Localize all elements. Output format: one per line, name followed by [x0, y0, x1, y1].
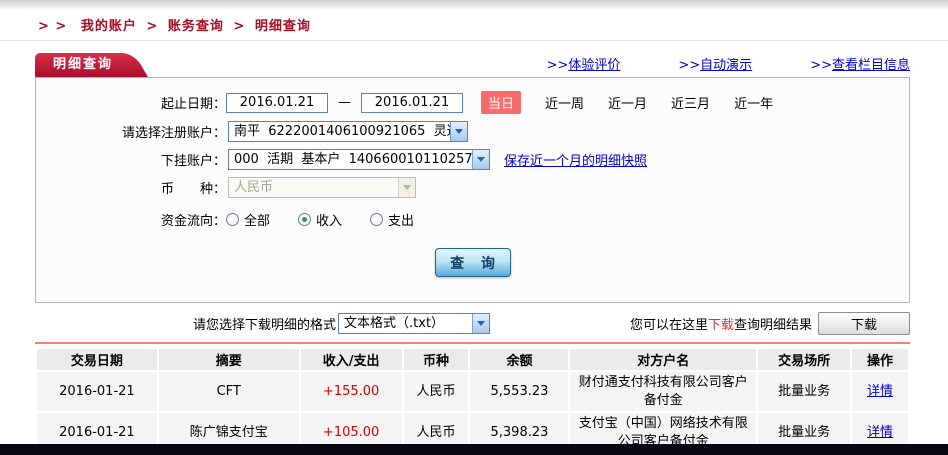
header-summary: 摘要 [159, 349, 299, 370]
register-account-value: 南平 6222001406100921065 灵通卡 [229, 122, 450, 141]
header-counterparty: 对方户名 [570, 349, 756, 370]
currency-select-disabled: 人民币 [228, 177, 416, 198]
main-content: 明细查询 >>体验评价 >>自动演示 >>查看栏目信息 起止日期： — 当日 近… [35, 53, 910, 454]
link-auto-demo[interactable]: >>自动演示 [678, 54, 752, 73]
header-trade-place: 交易场所 [758, 349, 850, 370]
chevron-down-icon [472, 314, 489, 333]
chevron-down-icon [472, 150, 489, 169]
query-form: 起止日期： — 当日 近一周 近一月 近三月 近一年 请选择注册账户： 南平 6… [35, 77, 910, 303]
breadcrumb-prefix: > > [38, 19, 67, 34]
download-hint: 您可以在这里下载查询明细结果 [630, 314, 812, 333]
quick-range-month[interactable]: 近一月 [608, 93, 647, 112]
date-range-label: 起止日期： [36, 93, 226, 112]
fund-flow-option-expense-label: 支出 [388, 210, 414, 229]
quick-range-year[interactable]: 近一年 [734, 93, 773, 112]
download-format-select[interactable]: 文本格式（.txt） [338, 313, 490, 334]
cell-trade-place: 批量业务 [758, 372, 850, 411]
bottom-dark-bar [0, 444, 948, 455]
download-hint-group: 您可以在这里下载查询明细结果 下载 [630, 312, 910, 335]
currency-value: 人民币 [229, 178, 398, 197]
register-account-label: 请选择注册账户： [36, 122, 226, 141]
top-links: >>体验评价 >>自动演示 >>查看栏目信息 [547, 54, 910, 77]
table-row: 2016-01-21 CFT +155.00 人民币 5,553.23 财付通支… [37, 372, 908, 411]
fund-flow-option-income-label: 收入 [316, 210, 342, 229]
header-action: 操作 [852, 349, 908, 370]
detail-link[interactable]: 详情 [867, 425, 893, 440]
sub-account-select[interactable]: 000 活期 基本户 1406600101102571848 [228, 149, 490, 170]
query-button[interactable]: 查 询 [435, 248, 511, 277]
link-experience-rating[interactable]: >>体验评价 [547, 54, 621, 73]
cell-amount: +155.00 [301, 372, 402, 411]
fund-flow-option-all[interactable]: 全部 [226, 210, 270, 229]
chevron-down-icon [398, 178, 415, 197]
register-account-select[interactable]: 南平 6222001406100921065 灵通卡 [228, 121, 468, 142]
register-account-row: 请选择注册账户： 南平 6222001406100921065 灵通卡 [36, 121, 909, 142]
cell-summary: CFT [159, 372, 299, 411]
fund-flow-label: 资金流向： [36, 210, 226, 229]
top-gradient-bar [0, 0, 948, 10]
currency-row: 币 种： 人民币 [36, 177, 909, 198]
breadcrumb-item-my-account[interactable]: 我的账户 [81, 19, 137, 34]
radio-icon [370, 213, 383, 226]
download-format-label: 请您选择下载明细的格式 [193, 314, 336, 333]
download-row: 请您选择下载明细的格式 文本格式（.txt） 您可以在这里下载查询明细结果 下载 [35, 311, 910, 335]
tab-detail-query[interactable]: 明细查询 [35, 53, 123, 77]
breadcrumb: > > 我的账户 > 账务查询 > 明细查询 [0, 10, 948, 41]
date-dash: — [338, 95, 351, 110]
cell-trade-date: 2016-01-21 [37, 372, 157, 411]
fund-flow-row: 资金流向： 全部 收入 支出 [36, 210, 909, 229]
header-income-expense: 收入/支出 [301, 349, 402, 370]
header-trade-date: 交易日期 [37, 349, 157, 370]
save-snapshot-link[interactable]: 保存近一个月的明细快照 [504, 150, 647, 169]
fund-flow-option-expense[interactable]: 支出 [370, 210, 414, 229]
detail-link[interactable]: 详情 [867, 384, 893, 399]
cell-currency: 人民币 [404, 372, 469, 411]
results-table: 交易日期 摘要 收入/支出 币种 余额 对方户名 交易场所 操作 2016-01… [35, 347, 910, 454]
table-header-row: 交易日期 摘要 收入/支出 币种 余额 对方户名 交易场所 操作 [37, 349, 908, 370]
header-currency: 币种 [404, 349, 469, 370]
date-range-row: 起止日期： — 当日 近一周 近一月 近三月 近一年 [36, 91, 909, 114]
breadcrumb-item-account-query[interactable]: 账务查询 [168, 19, 224, 34]
quick-range-week[interactable]: 近一周 [545, 93, 584, 112]
cell-counterparty: 财付通支付科技有限公司客户备付金 [570, 372, 756, 411]
sub-account-row: 下挂账户： 000 活期 基本户 1406600101102571848 保存近… [36, 149, 909, 170]
fund-flow-option-all-label: 全部 [244, 210, 270, 229]
date-from-input[interactable] [226, 93, 328, 113]
cell-balance: 5,553.23 [470, 372, 568, 411]
link-view-column-info[interactable]: >>查看栏目信息 [810, 54, 910, 73]
red-separator-line [35, 342, 910, 344]
download-format-group: 请您选择下载明细的格式 文本格式（.txt） [193, 313, 490, 334]
header-balance: 余额 [470, 349, 568, 370]
quick-range-today-button[interactable]: 当日 [481, 91, 521, 114]
breadcrumb-separator: > [142, 19, 162, 34]
tab-row: 明细查询 >>体验评价 >>自动演示 >>查看栏目信息 [35, 53, 910, 77]
download-format-value: 文本格式（.txt） [339, 314, 472, 333]
radio-checked-icon [298, 213, 311, 226]
sub-account-value: 000 活期 基本户 1406600101102571848 [229, 150, 472, 169]
page: > > 我的账户 > 账务查询 > 明细查询 明细查询 >>体验评价 >>自动演… [0, 0, 948, 455]
query-button-row: 查 询 [36, 248, 909, 277]
fund-flow-option-income[interactable]: 收入 [298, 210, 342, 229]
quick-range-quarter[interactable]: 近三月 [671, 93, 710, 112]
radio-icon [226, 213, 239, 226]
breadcrumb-separator: > [229, 19, 249, 34]
currency-label: 币 种： [36, 178, 226, 197]
date-to-input[interactable] [361, 93, 463, 113]
download-button[interactable]: 下载 [818, 312, 910, 335]
sub-account-label: 下挂账户： [36, 150, 226, 169]
breadcrumb-item-detail-query[interactable]: 明细查询 [255, 19, 311, 34]
chevron-down-icon [450, 122, 467, 141]
download-hint-red-word: 下载 [708, 318, 734, 333]
